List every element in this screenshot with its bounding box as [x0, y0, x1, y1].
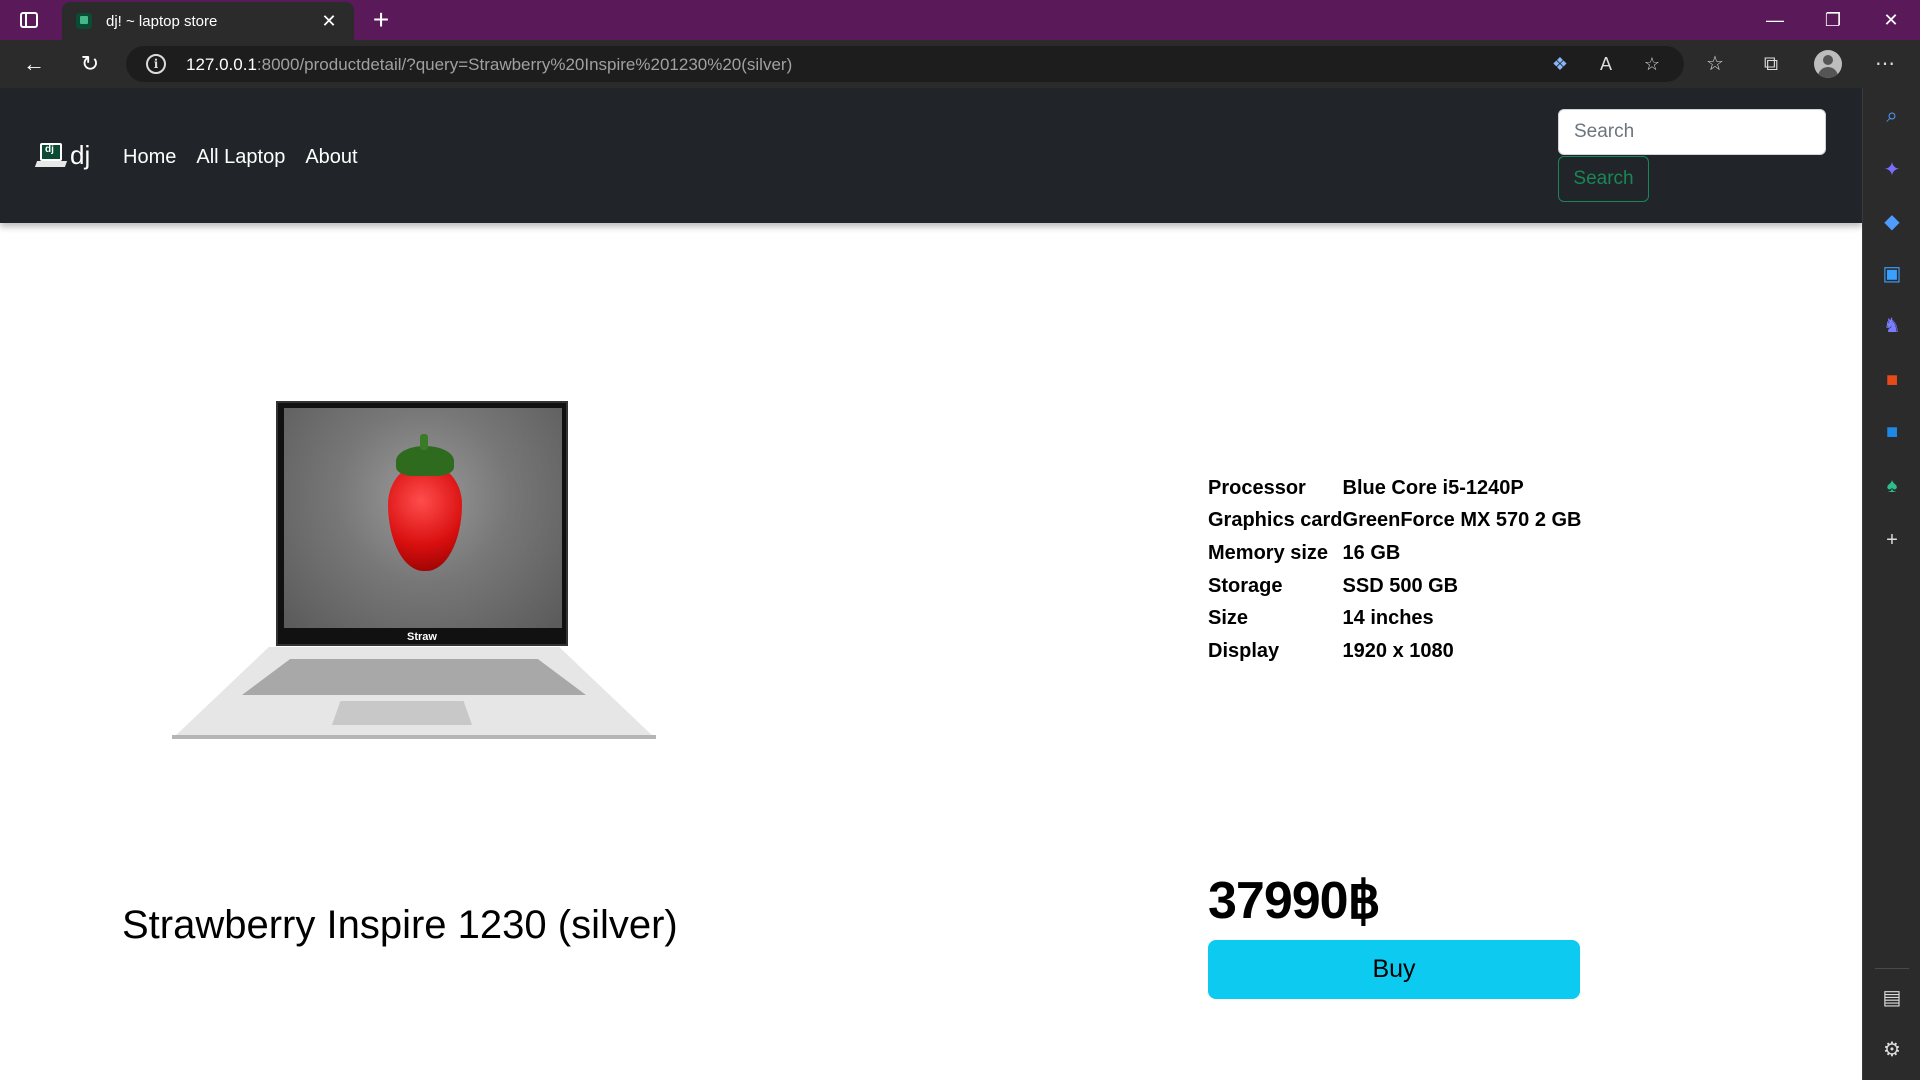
games-icon[interactable]: ♞: [1878, 312, 1906, 340]
spec-value: 16 GB: [1342, 541, 1401, 564]
spec-value: 1920 x 1080: [1342, 639, 1454, 662]
site-navbar: dj Home All Laptop About Search: [0, 88, 1862, 223]
tab-favicon-icon: [76, 13, 92, 29]
refresh-icon[interactable]: ↻: [74, 50, 106, 78]
window-controls: — ❐ ✕: [1746, 0, 1920, 40]
spec-row: Memory size 16 GB: [1208, 537, 1582, 570]
window-close-icon[interactable]: ✕: [1862, 0, 1920, 40]
browser-tab-bar: dj! ~ laptop store ✕ + — ❐ ✕: [0, 0, 1920, 40]
address-bar[interactable]: i 127.0.0.1:8000/productdetail/?query=St…: [126, 46, 1684, 82]
spec-table: Processor Blue Core i5-1240P Graphics car…: [1208, 472, 1582, 668]
back-icon[interactable]: ←: [18, 50, 50, 78]
url-host: 127.0.0.1: [186, 55, 257, 74]
new-tab-button[interactable]: +: [366, 4, 396, 36]
browser-toolbar: ← ↻ i 127.0.0.1:8000/productdetail/?quer…: [0, 40, 1920, 88]
spec-key: Processor: [1208, 476, 1306, 499]
product-image: Straw: [172, 401, 656, 739]
product-price: 37990฿: [1208, 872, 1381, 930]
spec-value: Blue Core i5-1240P: [1342, 476, 1524, 499]
nav-menu: Home All Laptop About: [123, 146, 358, 169]
tools-icon[interactable]: ▣: [1878, 260, 1906, 288]
restore-icon[interactable]: ❐: [1804, 0, 1862, 40]
url-path: :8000/productdetail/?query=Strawberry%20…: [256, 55, 793, 74]
collections-icon[interactable]: ⧉: [1756, 50, 1786, 78]
spec-value: SSD 500 GB: [1342, 574, 1459, 597]
site-brand[interactable]: dj: [34, 140, 91, 171]
buy-button[interactable]: Buy: [1208, 940, 1580, 999]
drop-icon[interactable]: ♠: [1878, 472, 1906, 500]
more-options-icon[interactable]: ⋯: [1870, 50, 1900, 78]
laptop-logo-icon: [34, 142, 68, 169]
spec-row: Display 1920 x 1080: [1208, 635, 1582, 668]
outlook-icon[interactable]: ■: [1878, 418, 1906, 446]
laptop-touchpad: [332, 701, 472, 725]
settings-icon[interactable]: ⚙: [1878, 1036, 1906, 1064]
brand-text: dj: [70, 140, 91, 170]
edge-sidebar: ⌕ ✦ ◆ ▣ ♞ ■ ■ ♠ + ▤ ⚙: [1862, 88, 1920, 1080]
search-input[interactable]: [1558, 109, 1826, 155]
spec-key: Storage: [1208, 574, 1283, 597]
spec-row: Graphics card GreenForce MX 570 2 GB: [1208, 505, 1582, 538]
spec-key: Size: [1208, 607, 1249, 630]
laptop-screen: Straw: [276, 401, 568, 646]
page-viewport: dj Home All Laptop About Search Straw Pr…: [0, 88, 1862, 1080]
product-title: Strawberry Inspire 1230 (silver): [122, 903, 678, 947]
spec-key: Memory size: [1208, 541, 1329, 564]
nav-link-about[interactable]: About: [305, 146, 357, 169]
site-info-icon[interactable]: i: [146, 54, 166, 74]
strawberry-leaf: [396, 434, 454, 476]
shopping-tag-icon[interactable]: ❖: [1548, 54, 1572, 74]
office-icon[interactable]: ■: [1878, 366, 1906, 394]
url-text[interactable]: 127.0.0.1:8000/productdetail/?query=Stra…: [186, 55, 792, 75]
read-aloud-icon[interactable]: A: [1594, 54, 1618, 74]
tab-close-icon[interactable]: ✕: [318, 11, 340, 32]
shopping-tag-icon[interactable]: ◆: [1878, 208, 1906, 236]
laptop-edge: [172, 735, 656, 739]
favorites-icon[interactable]: ☆: [1700, 50, 1730, 78]
spec-row: Processor Blue Core i5-1240P: [1208, 472, 1582, 505]
profile-avatar[interactable]: [1814, 50, 1842, 78]
add-icon[interactable]: +: [1878, 526, 1906, 554]
spec-value: GreenForce MX 570 2 GB: [1342, 509, 1582, 532]
nav-link-all-laptop[interactable]: All Laptop: [196, 146, 285, 169]
spec-value: 14 inches: [1342, 607, 1434, 630]
tab-actions-button[interactable]: [0, 0, 58, 40]
add-favorite-icon[interactable]: ☆: [1640, 54, 1664, 74]
minimize-icon[interactable]: —: [1746, 0, 1804, 40]
screen-brand-label: Straw: [407, 631, 437, 643]
strawberry-photo: [284, 408, 562, 628]
browser-tab[interactable]: dj! ~ laptop store ✕: [62, 2, 354, 40]
spec-row: Size 14 inches: [1208, 602, 1582, 635]
nav-link-home[interactable]: Home: [123, 146, 176, 169]
search-icon[interactable]: ⌕: [1878, 102, 1906, 130]
copilot-icon[interactable]: ✦: [1878, 156, 1906, 184]
strawberry-icon: [388, 463, 462, 571]
spec-key: Display: [1208, 639, 1280, 662]
tab-title: dj! ~ laptop store: [106, 12, 218, 30]
split-screen-icon[interactable]: ▤: [1878, 984, 1906, 1012]
spec-row: Storage SSD 500 GB: [1208, 570, 1582, 603]
sidebar-separator: [1875, 968, 1909, 969]
laptop-keyboard: [242, 659, 586, 695]
tab-actions-icon: [20, 12, 38, 28]
spec-key: Graphics card: [1208, 509, 1343, 532]
search-button[interactable]: Search: [1558, 156, 1649, 202]
